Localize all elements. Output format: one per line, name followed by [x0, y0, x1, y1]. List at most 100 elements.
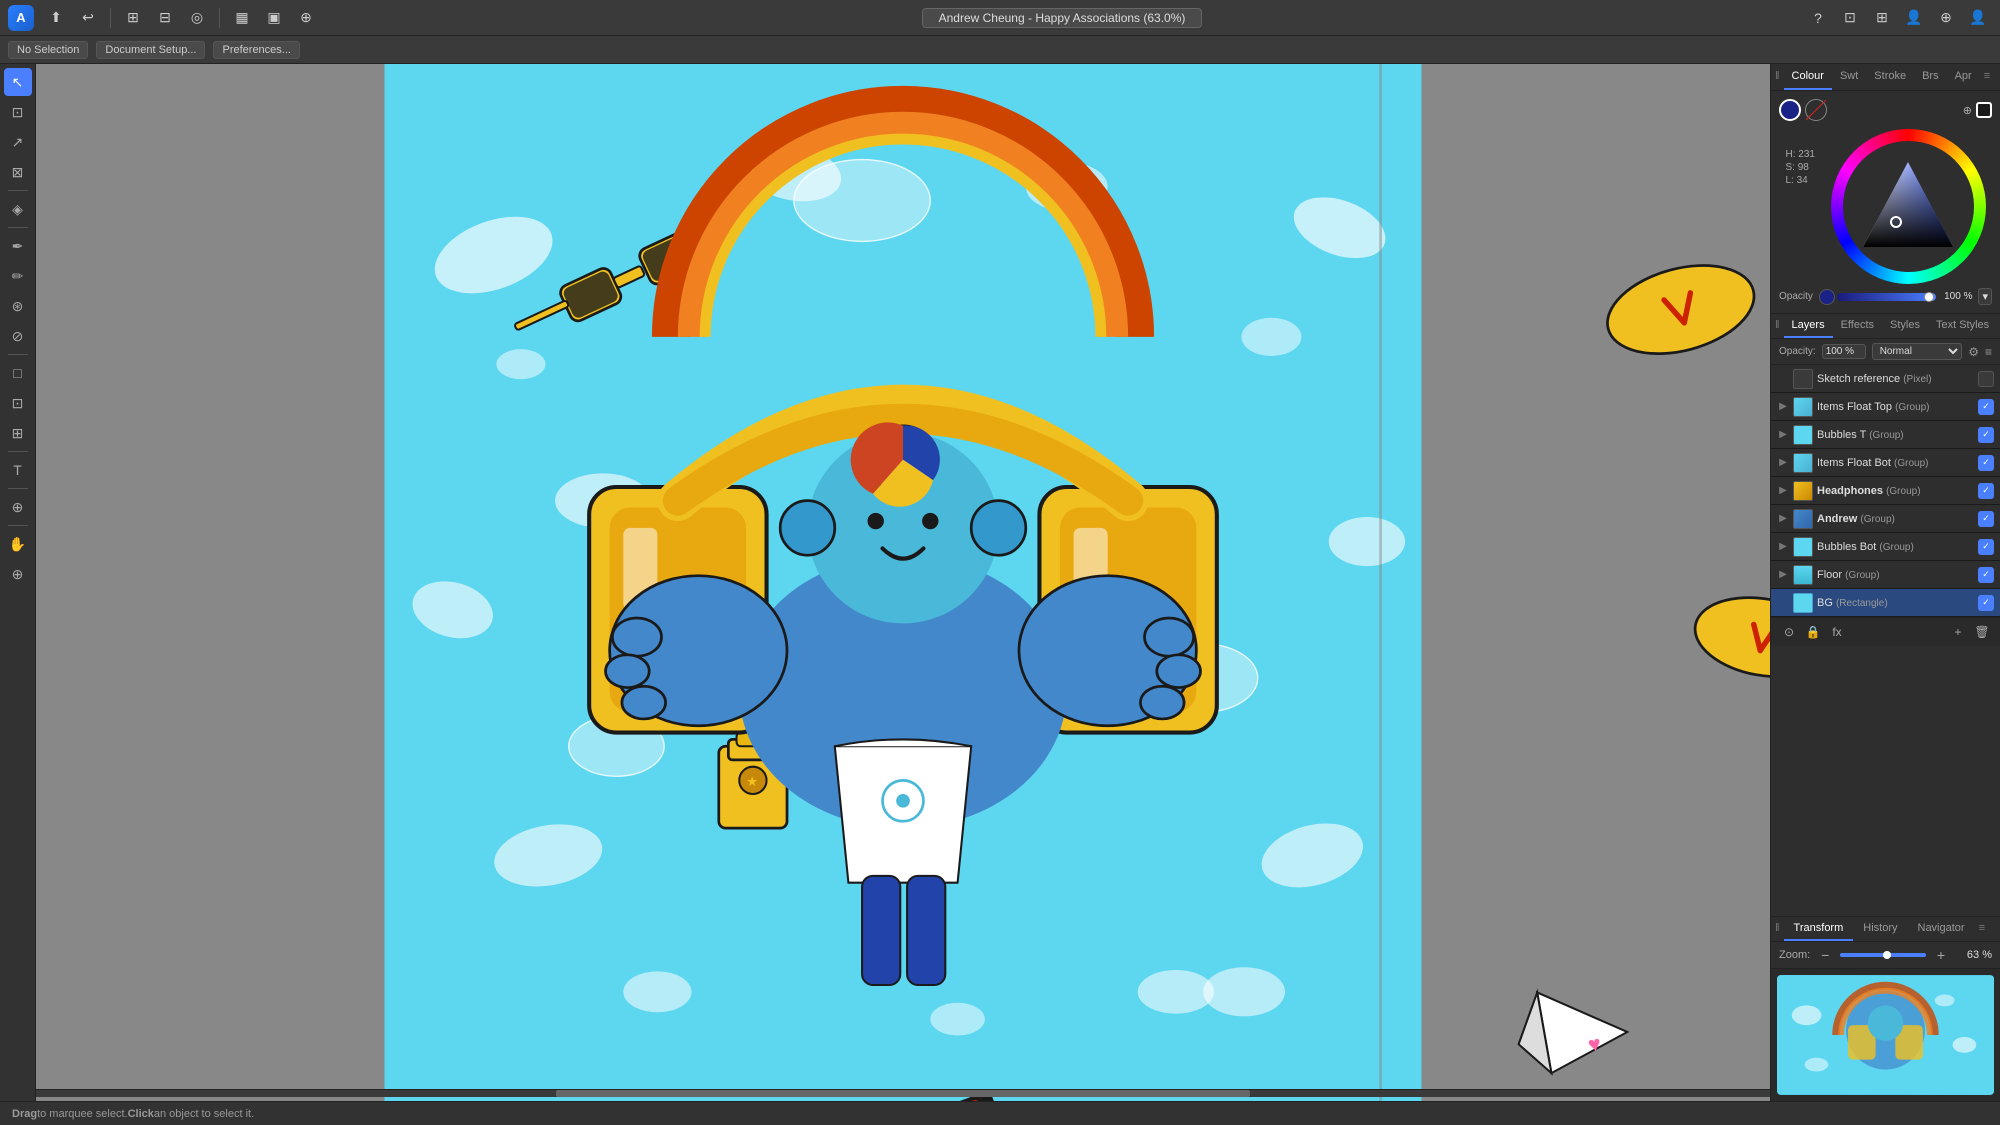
layer-items-float-top[interactable]: ▶ Items Float Top (Group) ✓	[1771, 393, 2000, 421]
fill-tool-btn[interactable]: ◈	[4, 195, 32, 223]
tab-styles[interactable]: Styles	[1882, 314, 1928, 338]
export-icon[interactable]: ▦	[228, 4, 256, 32]
color-swatch-black[interactable]	[1976, 102, 1992, 118]
tab-stroke[interactable]: Stroke	[1866, 64, 1914, 90]
transform-tool-btn[interactable]: ↗	[4, 128, 32, 156]
pencil-tool-btn[interactable]: ✏	[4, 262, 32, 290]
no-selection-btn[interactable]: No Selection	[8, 41, 88, 59]
layer-vis-3[interactable]: ✓	[1978, 455, 1994, 471]
erase-tool-btn[interactable]: ⊘	[4, 322, 32, 350]
arrange-icon[interactable]: ⊞	[119, 4, 147, 32]
tab-swt[interactable]: Swt	[1832, 64, 1866, 90]
tab-brs[interactable]: Brs	[1914, 64, 1947, 90]
zoom-slider[interactable]	[1840, 953, 1926, 957]
layer-circle-btn[interactable]: ⊙	[1779, 622, 1799, 642]
tab-layers[interactable]: Layers	[1784, 314, 1833, 338]
layer-bubbles-t[interactable]: ▶ Bubbles T (Group) ✓	[1771, 421, 2000, 449]
layer-expand-7[interactable]: ▶	[1777, 569, 1789, 581]
layer-bg[interactable]: BG (Rectangle) ✓	[1771, 589, 2000, 617]
layer-bubbles-bot[interactable]: ▶ Bubbles Bot (Group) ✓	[1771, 533, 2000, 561]
share-right-btn[interactable]: 👤	[1964, 4, 1992, 32]
nav-btn[interactable]: ⊞	[1868, 4, 1896, 32]
document-setup-btn[interactable]: Document Setup...	[96, 41, 205, 59]
tab-effects[interactable]: Effects	[1833, 314, 1882, 338]
layer-lock-btn[interactable]: 🔒	[1803, 622, 1823, 642]
canvas-area[interactable]: ★	[36, 64, 1770, 1101]
layer-delete-btn[interactable]: 🗑	[1972, 622, 1992, 642]
opacity-slider[interactable]	[1837, 293, 1937, 301]
layer-floor[interactable]: ▶ Floor (Group) ✓	[1771, 561, 2000, 589]
pen-tool-btn[interactable]: ✒	[4, 232, 32, 260]
help-btn[interactable]: ?	[1804, 4, 1832, 32]
panel-menu-icon[interactable]: ≡	[1980, 64, 1994, 90]
layer-vis-6[interactable]: ✓	[1978, 539, 1994, 555]
layer-andrew[interactable]: ▶ Andrew (Group) ✓	[1771, 505, 2000, 533]
vector-icon[interactable]: ⊕	[292, 4, 320, 32]
panel-collapse-icon[interactable]: ‖	[1771, 64, 1784, 90]
tab-text-styles[interactable]: Text Styles	[1928, 314, 1997, 338]
layer-expand-4[interactable]: ▶	[1777, 485, 1789, 497]
layers-gear-btn[interactable]: ⚙	[1968, 345, 1979, 359]
eyedropper-tool-btn[interactable]: ⊕	[4, 493, 32, 521]
thumbnail-preview[interactable]	[1777, 975, 1994, 1095]
share-icon[interactable]: ⬆	[42, 4, 70, 32]
studio-icon[interactable]: ⊕	[1932, 4, 1960, 32]
blend-mode-select[interactable]: Normal Multiply Screen Overlay	[1872, 343, 1963, 360]
color-swatch-blue[interactable]	[1779, 99, 1801, 121]
layers-opacity-input[interactable]	[1822, 344, 1866, 359]
tab-apr[interactable]: Apr	[1947, 64, 1980, 90]
zoom-tool-btn[interactable]: ⊕	[4, 560, 32, 588]
bottom-menu-icon[interactable]: ≡	[1975, 917, 1989, 941]
bottom-collapse-icon[interactable]: ‖	[1771, 917, 1784, 941]
shape-tool-btn[interactable]: □	[4, 359, 32, 387]
image-tool-btn[interactable]: ⊡	[4, 389, 32, 417]
layer-expand-2[interactable]: ▶	[1777, 429, 1789, 441]
pixel-icon[interactable]: ▣	[260, 4, 288, 32]
text-tool-btn[interactable]: T	[4, 456, 32, 484]
eyedropper-btn[interactable]: ⊕	[1963, 104, 1972, 117]
opacity-toggle-btn[interactable]: ▾	[1978, 288, 1992, 305]
fit-icon[interactable]: ⊡	[1836, 4, 1864, 32]
layout-icon[interactable]: ⊟	[151, 4, 179, 32]
layer-headphones[interactable]: ▶ Headphones (Group) ✓	[1771, 477, 2000, 505]
layer-vis-8[interactable]: ✓	[1978, 595, 1994, 611]
scroll-indicator[interactable]	[36, 1089, 1770, 1097]
layer-fx-btn[interactable]: fx	[1827, 622, 1847, 642]
layer-expand-1[interactable]: ▶	[1777, 401, 1789, 413]
undo-icon[interactable]: ↩	[74, 4, 102, 32]
document-title[interactable]	[922, 8, 1202, 28]
tab-navigator[interactable]: Navigator	[1908, 917, 1975, 941]
layer-vis-0[interactable]	[1978, 371, 1994, 387]
layer-expand-0[interactable]	[1777, 373, 1789, 385]
layer-items-float-bot[interactable]: ▶ Items Float Bot (Group) ✓	[1771, 449, 2000, 477]
tab-colour[interactable]: Colour	[1784, 64, 1832, 90]
layer-vis-5[interactable]: ✓	[1978, 511, 1994, 527]
layer-vis-4[interactable]: ✓	[1978, 483, 1994, 499]
layers-collapse-icon[interactable]: ‖	[1771, 314, 1784, 338]
preferences-btn[interactable]: Preferences...	[213, 41, 299, 59]
layer-vis-1[interactable]: ✓	[1978, 399, 1994, 415]
brush-tool-btn[interactable]: ⊛	[4, 292, 32, 320]
node-tool-btn[interactable]: ⊡	[4, 98, 32, 126]
grid-tool-btn[interactable]: ⊞	[4, 419, 32, 447]
zoom-plus-btn[interactable]: +	[1932, 946, 1950, 964]
app-logo[interactable]: A	[8, 5, 34, 31]
layer-add-btn[interactable]: +	[1948, 622, 1968, 642]
layer-sketch-reference[interactable]: Sketch reference (Pixel)	[1771, 365, 2000, 393]
layer-expand-6[interactable]: ▶	[1777, 541, 1789, 553]
tab-transform[interactable]: Transform	[1784, 917, 1854, 941]
hand-tool-btn[interactable]: ✋	[4, 530, 32, 558]
color-triangle-svg[interactable]	[1858, 157, 1958, 257]
zoom-minus-btn[interactable]: −	[1816, 946, 1834, 964]
layer-expand-5[interactable]: ▶	[1777, 513, 1789, 525]
move-tool-btn[interactable]: ↖	[4, 68, 32, 96]
layer-expand-3[interactable]: ▶	[1777, 457, 1789, 469]
crop-tool-btn[interactable]: ⊠	[4, 158, 32, 186]
layers-options-btn[interactable]: ≡	[1985, 345, 1992, 359]
tab-history[interactable]: History	[1853, 917, 1907, 941]
profile-icon[interactable]: 👤	[1900, 4, 1928, 32]
view-icon[interactable]: ◎	[183, 4, 211, 32]
layer-vis-7[interactable]: ✓	[1978, 567, 1994, 583]
color-swatch-none[interactable]	[1805, 99, 1827, 121]
layer-vis-2[interactable]: ✓	[1978, 427, 1994, 443]
